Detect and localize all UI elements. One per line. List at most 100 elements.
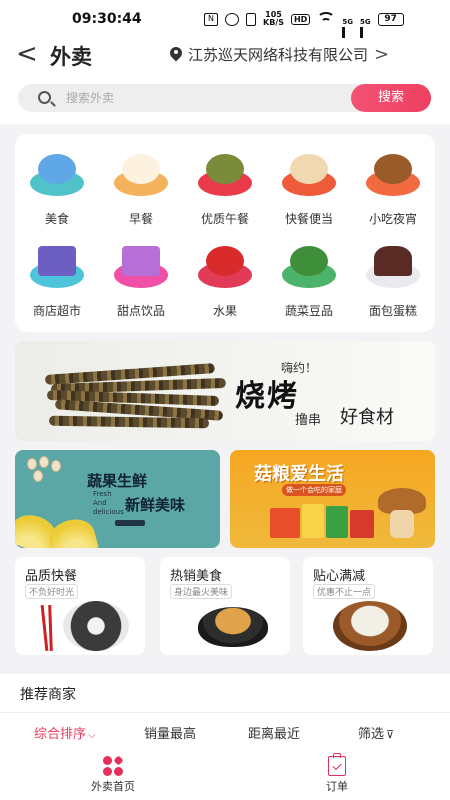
chevron-down-icon: ⌵: [88, 730, 96, 741]
sort-distance[interactable]: 距离最近: [248, 723, 300, 742]
stew-pot-image: [333, 601, 407, 651]
signal-2-label: 5G: [359, 18, 371, 26]
feature-subtitle: 优惠不止一点: [313, 584, 376, 599]
category-label: 面包蛋糕: [368, 304, 417, 318]
location-text: 江苏巡天网络科技有限公司: [188, 46, 369, 64]
signal-1-label: 5G: [342, 18, 353, 26]
search-bar-area: 搜索: [0, 72, 450, 124]
snack-icon: [364, 150, 422, 196]
vegetable-icon: [280, 242, 338, 288]
recommend-title: 推荐商家: [20, 687, 76, 703]
header: < 外卖 江苏巡天网络科技有限公司 >: [0, 38, 450, 72]
page-title: 外卖: [50, 45, 92, 69]
net-speed: 105 KB/S: [263, 11, 284, 27]
chevron-right-icon: >: [374, 43, 390, 65]
status-bar: 09:30:44 N 105 KB/S HD 5G 5G 97: [0, 0, 450, 60]
banner-title: 烧烤: [235, 379, 299, 414]
bbq-banner[interactable]: 嗨约！ 烧烤 撸串 好食材: [15, 341, 435, 441]
feature-title: 品质快餐: [25, 569, 78, 584]
cake-icon: [364, 242, 422, 288]
category-snack[interactable]: 小吃夜宵: [351, 142, 435, 228]
category-label: 商店超市: [32, 304, 81, 318]
food-icon: [28, 150, 86, 196]
signal-icon-2: 5G: [359, 13, 371, 60]
promo-fresh-produce[interactable]: 蔬果生鲜 Fresh And delicious 新鲜美味: [15, 450, 220, 548]
category-label: 蔬菜豆品: [284, 304, 333, 318]
feature-hot-food[interactable]: 热销美食 身边最火美味: [160, 557, 290, 655]
home-grid-icon: [103, 755, 124, 776]
category-label: 优质午餐: [200, 212, 249, 226]
feature-title: 贴心满减: [313, 569, 366, 584]
category-lunch[interactable]: 优质午餐: [183, 142, 267, 228]
recommend-section: 推荐商家: [0, 674, 450, 712]
noodle-bowl-image: [198, 607, 268, 647]
promo-mushroom[interactable]: 菇粮爱生活 做一个会吃的家庭: [230, 450, 435, 548]
category-label: 美食: [44, 212, 69, 226]
back-button[interactable]: <: [16, 40, 38, 68]
nav-orders[interactable]: 订单: [282, 753, 392, 794]
category-label: 水果: [212, 304, 237, 318]
category-cake[interactable]: 面包蛋糕: [351, 234, 435, 320]
promo-fresh-title-b: 新鲜美味: [125, 496, 186, 514]
category-label: 小吃夜宵: [368, 212, 417, 226]
promo-mushroom-title: 菇粮爱生活: [254, 464, 344, 485]
search-button[interactable]: 搜索: [351, 84, 431, 112]
sort-comprehensive[interactable]: 综合排序 ⌵: [34, 723, 96, 742]
banner-sub-2: 好食材: [340, 407, 394, 428]
sort-bar: 综合排序 ⌵ 销量最高 距离最近 筛选 ⊽: [0, 712, 450, 750]
nfc-icon: N: [204, 12, 218, 26]
feature-title: 热销美食: [170, 569, 223, 584]
bottom-nav: 外卖首页 订单: [0, 750, 450, 800]
filter-label: 筛选: [358, 727, 385, 742]
alarm-icon: [225, 12, 239, 26]
category-grid: 美食 早餐 优质午餐 快餐便当 小吃夜宵 商店超市 甜点饮品 水果 蔬菜豆品 面…: [15, 134, 435, 332]
search-box: 搜索: [18, 84, 431, 112]
bento-icon: [280, 150, 338, 196]
battery-icon: 97: [377, 12, 404, 26]
category-food[interactable]: 美食: [15, 142, 99, 228]
signal-icon-1: 5G: [342, 13, 353, 60]
location-pin-icon: [170, 47, 182, 62]
promo-fresh-eng: Fresh And delicious: [93, 490, 124, 516]
filter-icon: ⊽: [386, 728, 395, 741]
banner-sub-1: 撸串: [295, 413, 322, 428]
category-label: 快餐便当: [284, 212, 333, 226]
sushi-image: [63, 601, 129, 651]
category-fruit[interactable]: 水果: [183, 234, 267, 320]
category-label: 早餐: [128, 212, 153, 226]
search-icon: [38, 91, 51, 104]
search-input[interactable]: [66, 88, 346, 108]
category-breakfast[interactable]: 早餐: [99, 142, 183, 228]
breakfast-icon: [112, 150, 170, 196]
dessert-icon: [112, 242, 170, 288]
promo-mushroom-tag: 做一个会吃的家庭: [282, 484, 346, 496]
sort-sales[interactable]: 销量最高: [144, 723, 196, 742]
category-vegetable[interactable]: 蔬菜豆品: [267, 234, 351, 320]
status-time: 09:30:44: [72, 11, 142, 27]
feature-quality-fastfood[interactable]: 品质快餐 不负好时光: [15, 557, 145, 655]
lemon-image: [45, 514, 99, 548]
nav-orders-label: 订单: [326, 780, 348, 793]
feature-subtitle: 身边最火美味: [170, 584, 233, 599]
wifi-icon: [317, 11, 336, 26]
nav-home[interactable]: 外卖首页: [58, 755, 168, 794]
skewers-image: [44, 363, 227, 429]
category-supermarket[interactable]: 商店超市: [15, 234, 99, 320]
feature-subtitle: 不负好时光: [25, 584, 79, 599]
fruit-icon: [196, 242, 254, 288]
promo-fresh-tag: [115, 520, 145, 526]
nav-home-label: 外卖首页: [91, 780, 135, 793]
vibrate-icon: [246, 12, 256, 26]
category-bento[interactable]: 快餐便当: [267, 142, 351, 228]
location-selector[interactable]: 江苏巡天网络科技有限公司 >: [170, 44, 389, 65]
lunch-icon: [196, 150, 254, 196]
sort-filter[interactable]: 筛选 ⊽: [358, 723, 394, 742]
supermarket-icon: [28, 242, 86, 288]
net-speed-unit: KB/S: [263, 18, 284, 27]
hd-icon: HD: [290, 13, 311, 25]
category-dessert[interactable]: 甜点饮品: [99, 234, 183, 320]
promo-fresh-title-a: 蔬果生鲜: [87, 472, 148, 490]
order-clipboard-icon: [328, 753, 346, 776]
feature-discount[interactable]: 贴心满减 优惠不止一点: [303, 557, 433, 655]
status-icons: N 105 KB/S HD 5G 5G 97: [204, 11, 404, 60]
